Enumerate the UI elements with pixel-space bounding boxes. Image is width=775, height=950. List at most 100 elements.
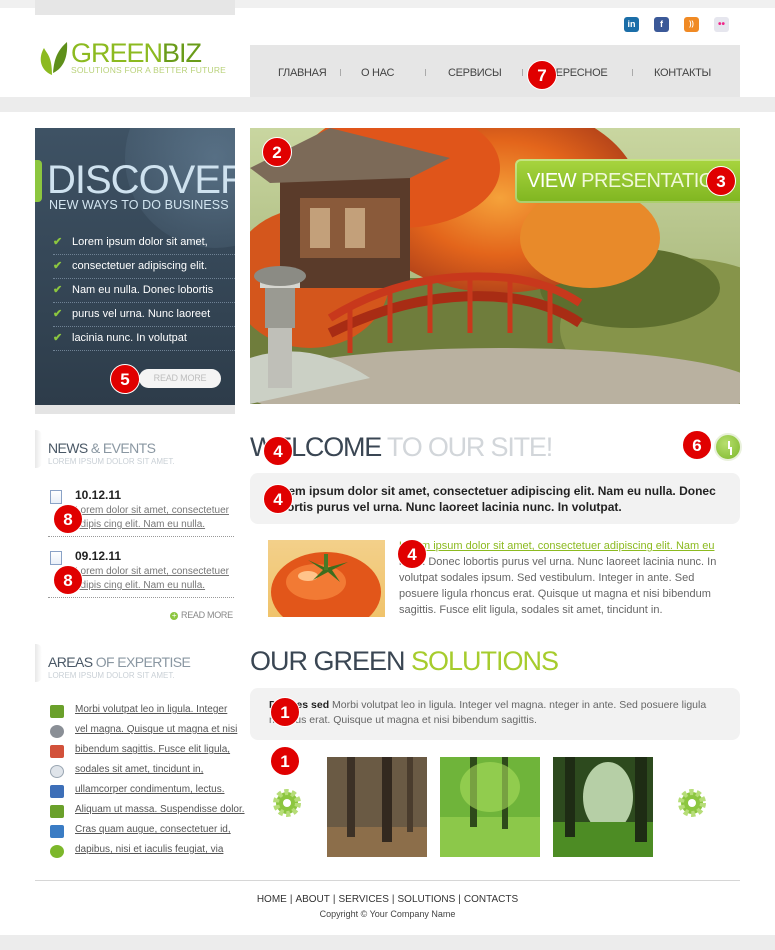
linkedin-icon[interactable]: in: [624, 17, 639, 32]
document-icon: [50, 490, 62, 504]
section-tab: [35, 430, 42, 468]
social-links: in f )) ••: [624, 17, 729, 32]
logo-text-green: GREEN: [71, 38, 163, 68]
solutions-box: Dolores sed Morbi volutpat leo in ligula…: [250, 688, 740, 740]
footer-link-home[interactable]: HOME: [257, 894, 287, 905]
clock-icon: [50, 765, 64, 778]
nav-item-about[interactable]: О НАС: [361, 67, 394, 79]
marker-badge: 1: [270, 697, 300, 727]
news-subtitle: LOREM IPSUM DOLOR SIT AMET.: [48, 457, 175, 466]
area-link[interactable]: Morbi volutpat leo in ligula. Integer: [75, 704, 227, 715]
list-item: ✔ Nam eu nulla. Donec lobortis: [53, 279, 235, 303]
document-icon: [50, 551, 62, 565]
logo-strip: [35, 0, 235, 15]
media-icon: [50, 825, 64, 838]
news-read-more-link[interactable]: + READ MORE: [170, 610, 233, 620]
tomato-photo: [271, 552, 381, 617]
gallery-thumb[interactable]: [553, 757, 653, 857]
news-link[interactable]: Lorem dolor sit amet, consectetuer adipi…: [75, 504, 235, 532]
rss-icon[interactable]: )): [684, 17, 699, 32]
news-header: NEWS & EVENTS LOREM IPSUM DOLOR SIT AMET…: [35, 430, 235, 468]
areas-header: AREAS OF EXPERTISE LOREM IPSUM DOLOR SIT…: [35, 644, 235, 682]
page: GREENBIZ SOLUTIONS FOR A BETTER FUTURE i…: [0, 0, 775, 950]
marker-badge: 6: [682, 430, 712, 460]
area-link[interactable]: bibendum sagittis. Fusce elit ligula,: [75, 744, 230, 755]
panel-accent: [35, 160, 42, 202]
nav-divider: [632, 69, 633, 76]
gear-icon-prev[interactable]: [272, 788, 302, 818]
copyright: Copyright © Your Company Name: [319, 909, 456, 919]
marker-badge: 8: [53, 504, 83, 534]
check-icon: ✔: [53, 332, 63, 344]
panel-shadow: [35, 405, 235, 414]
window-icon: [50, 805, 64, 818]
area-link[interactable]: ullamcorper condimentum, lectus.: [75, 784, 225, 795]
logo[interactable]: GREENBIZ SOLUTIONS FOR A BETTER FUTURE: [38, 38, 238, 82]
footer-link-services[interactable]: SERVICES: [339, 894, 389, 905]
hero-image: VIEW PRESENTATION: [250, 128, 740, 404]
areas-list: Morbi volutpat leo in ligula. Integer ve…: [48, 703, 245, 863]
grid-icon: [50, 705, 64, 718]
forest-photo-3: [553, 757, 653, 857]
news-title-a: NEWS: [48, 440, 88, 456]
clock-icon[interactable]: [714, 433, 742, 461]
list-item: ullamcorper condimentum, lectus.: [48, 783, 238, 803]
discover-panel: DISCOVER NEW WAYS TO DO BUSINESS ✔ Lorem …: [35, 128, 235, 405]
gallery-thumb[interactable]: [440, 757, 540, 857]
top-band: [0, 0, 775, 15]
list-item: bibendum sagittis. Fusce elit ligula,: [48, 743, 238, 763]
marker-badge: 5: [110, 364, 140, 394]
discover-list: ✔ Lorem ipsum dolor sit amet, ✔ consectetu…: [53, 231, 235, 351]
gallery-thumb[interactable]: [327, 757, 427, 857]
footer-link-contacts[interactable]: CONTACTS: [464, 894, 518, 905]
news-date: 10.12.11: [75, 488, 122, 502]
footer-separator: |: [391, 894, 395, 905]
article-lead-link[interactable]: Lorem ipsum dolor sit amet, consectetuer…: [399, 540, 714, 552]
nav-item-contacts[interactable]: КОНТАКТЫ: [654, 67, 711, 79]
divider: [48, 597, 234, 598]
areas-title: AREAS OF EXPERTISE: [48, 654, 191, 670]
area-link[interactable]: vel magna. Quisque ut magna et nisi: [75, 724, 237, 735]
news-read-more-label: READ MORE: [181, 610, 233, 620]
news-title: NEWS & EVENTS: [48, 440, 156, 456]
list-item: Aliquam ut massa. Suspendisse dolor.: [48, 803, 245, 823]
news-date: 09.12.11: [75, 549, 122, 563]
nav-item-services[interactable]: СЕРВИСЫ: [448, 67, 502, 79]
list-item: ✔ purus vel urna. Nunc laoreet: [53, 303, 235, 327]
area-link[interactable]: Cras quam augue, consectetuer id,: [75, 824, 231, 835]
nav-divider: [340, 69, 341, 76]
area-link[interactable]: Aliquam ut massa. Suspendisse dolor.: [75, 804, 245, 815]
section-tab: [35, 644, 42, 682]
area-link[interactable]: dapibus, nisi et iaculis feugiat, via: [75, 844, 223, 855]
solutions-title: OUR GREEN SOLUTIONS: [250, 646, 559, 677]
marker-badge: 2: [262, 137, 292, 167]
list-item-text: lacinia nunc. In volutpat: [72, 332, 187, 344]
check-icon: ✔: [53, 236, 63, 248]
forest-photo-1: [327, 757, 427, 857]
leaf-icon: [40, 42, 68, 75]
welcome-title-b: TO OUR SITE!: [381, 432, 553, 462]
marker-badge: 3: [706, 166, 736, 196]
footer-link-about[interactable]: ABOUT: [295, 894, 329, 905]
welcome-article: Lorem ipsum dolor sit amet, consectetuer…: [399, 538, 724, 618]
main-nav: ГЛАВНАЯ О НАС СЕРВИСЫ ИНТЕРЕСНОЕ КОНТАКТ…: [250, 45, 740, 97]
footer-links: HOME | ABOUT | SERVICES | SOLUTIONS | CONTACTS: [0, 894, 775, 905]
news-link[interactable]: Lorem dolor sit amet, consectetuer adipi…: [75, 565, 235, 593]
plus-icon: +: [170, 611, 178, 620]
marker-badge: 4: [397, 539, 427, 569]
solutions-title-a: OUR GREEN: [250, 646, 406, 676]
list-item: sodales sit amet, tincidunt in,: [48, 763, 238, 783]
area-link[interactable]: sodales sit amet, tincidunt in,: [75, 764, 203, 775]
footer-link-solutions[interactable]: SOLUTIONS: [398, 894, 456, 905]
logo-text-biz: BIZ: [162, 38, 202, 68]
nav-item-home[interactable]: ГЛАВНАЯ: [278, 67, 327, 79]
list-item: Morbi volutpat leo in ligula. Integer: [48, 703, 238, 723]
flickr-icon[interactable]: ••: [714, 17, 729, 32]
list-item: dapibus, nisi et iaculis feugiat, via: [48, 843, 238, 863]
footer-separator: |: [458, 894, 461, 905]
forest-photo-2: [440, 757, 540, 857]
discover-subtitle: NEW WAYS TO DO BUSINESS: [49, 198, 229, 212]
read-more-button[interactable]: READ MORE: [139, 369, 221, 388]
facebook-icon[interactable]: f: [654, 17, 669, 32]
gear-icon-next[interactable]: [677, 788, 707, 818]
